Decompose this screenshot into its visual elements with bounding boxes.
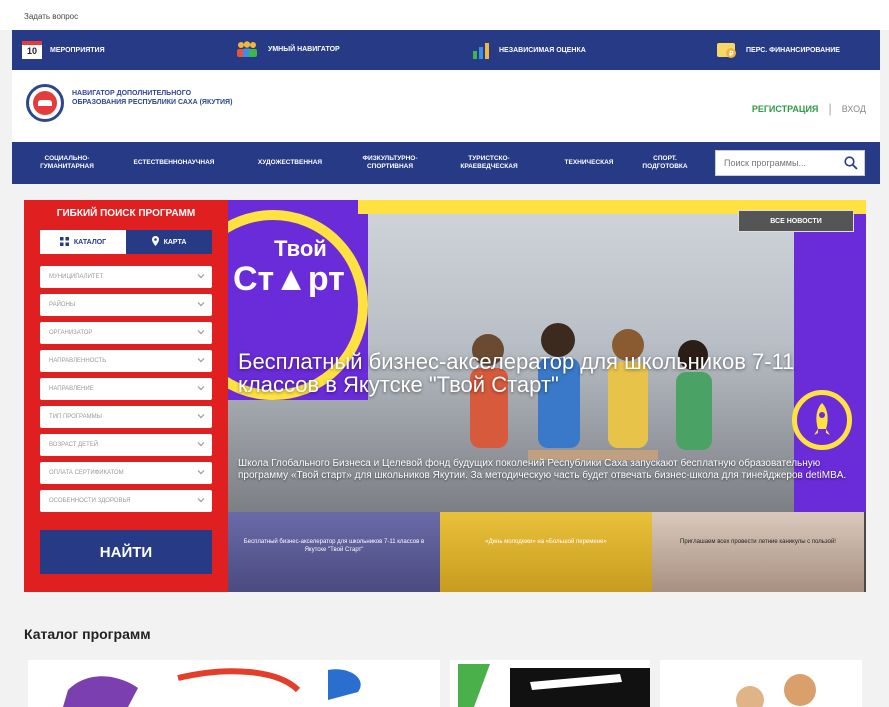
slide-description: Школа Глобального Бизнеса и Целевой фонд… xyxy=(238,458,847,481)
slide-title[interactable]: Бесплатный бизнес-акселератор для школьн… xyxy=(238,350,838,396)
nav-smart-navigator-label: Умный навигатор xyxy=(268,45,340,53)
slide-thumbnails: Бесплатный бизнес-акселератор для школьн… xyxy=(228,512,866,592)
top-navigation: 10 Мероприятия Умный навигатор Независим… xyxy=(12,30,880,70)
chevron-down-icon xyxy=(197,356,205,366)
select-child-age[interactable]: Возраст детей xyxy=(40,434,212,456)
program-card[interactable] xyxy=(450,660,650,707)
chevron-down-icon xyxy=(197,496,205,506)
grid-icon xyxy=(59,236,69,248)
money-icon: ₽ xyxy=(716,41,738,59)
category-sport-training[interactable]: Спорт. подготовка xyxy=(630,155,700,171)
site-header: Навигатор дополнительного образования Ре… xyxy=(12,70,880,142)
search-input[interactable] xyxy=(724,158,839,168)
chevron-down-icon xyxy=(197,412,205,422)
promo-tvoy-text: Твой xyxy=(274,236,327,261)
register-link[interactable]: Регистрация xyxy=(752,104,819,114)
category-navigation: Социально-гуманитарная Естественнонаучна… xyxy=(12,142,880,184)
thumbnail-caption: Бесплатный бизнес-акселератор для школьн… xyxy=(243,539,425,553)
nav-personal-financing[interactable]: ₽ Перс. финансирование xyxy=(716,41,840,59)
auth-links: Регистрация | Вход xyxy=(752,101,866,116)
filter-title: Гибкий поиск программ xyxy=(56,208,196,219)
chevron-down-icon xyxy=(197,384,205,394)
people-icon xyxy=(234,41,260,57)
select-districts[interactable]: Районы xyxy=(40,294,212,316)
login-link[interactable]: Вход xyxy=(842,104,866,114)
select-certificate-payment[interactable]: Оплата сертификатом xyxy=(40,462,212,484)
chevron-down-icon xyxy=(197,272,205,282)
thumbnail-1[interactable]: Бесплатный бизнес-акселератор для школьн… xyxy=(228,512,440,592)
rocket-icon xyxy=(792,390,852,450)
flexible-search-panel: Гибкий поиск программ Каталог Карта Муни… xyxy=(24,200,228,592)
thumbnail-caption: «День молодежи» на «Большой перемене» xyxy=(485,539,607,545)
thumbnail-2[interactable]: «День молодежи» на «Большой перемене» xyxy=(440,512,652,592)
search-icon[interactable] xyxy=(844,156,858,175)
chevron-down-icon xyxy=(197,440,205,450)
select-health-features[interactable]: Особенности здоровья xyxy=(40,490,212,512)
program-card[interactable] xyxy=(28,660,440,707)
category-art[interactable]: Художественная xyxy=(240,159,340,167)
calendar-icon: 10 xyxy=(22,41,42,59)
select-direction[interactable]: Направление xyxy=(40,378,212,400)
program-card[interactable] xyxy=(660,660,862,707)
logo-text[interactable]: Навигатор дополнительного образования Ре… xyxy=(72,90,242,107)
category-technical[interactable]: Техническая xyxy=(550,159,628,167)
news-slider[interactable]: Твой Ст▲рт Все новости Бесплатный бизнес… xyxy=(228,200,866,592)
select-program-type[interactable]: Тип программы xyxy=(40,406,212,428)
map-pin-icon xyxy=(151,236,159,248)
tab-catalog[interactable]: Каталог xyxy=(40,230,126,254)
svg-text:₽: ₽ xyxy=(729,50,734,58)
ask-question-link[interactable]: Задать вопрос xyxy=(0,0,889,30)
nav-events[interactable]: 10 Мероприятия xyxy=(22,41,105,59)
logo-emblem-icon[interactable] xyxy=(26,84,64,122)
nav-independent-assessment[interactable]: Независимая оценка xyxy=(471,41,586,59)
chevron-down-icon xyxy=(197,468,205,478)
catalog-heading: Каталог программ xyxy=(24,626,151,642)
nav-smart-navigator[interactable]: Умный навигатор xyxy=(234,41,340,57)
promo-start-text: Ст▲рт xyxy=(233,260,345,298)
auth-separator: | xyxy=(828,101,832,116)
search-box xyxy=(715,150,865,176)
select-focus[interactable]: Направленность xyxy=(40,350,212,372)
select-municipality[interactable]: Муниципалитет xyxy=(40,266,212,288)
thumbnail-caption: Приглашаем всех провести летние каникулы… xyxy=(680,539,836,545)
tab-map-label: Карта xyxy=(163,238,187,246)
filter-tabs: Каталог Карта xyxy=(40,230,212,254)
find-button[interactable]: Найти xyxy=(40,530,212,574)
tab-map[interactable]: Карта xyxy=(126,230,212,254)
chart-icon xyxy=(471,41,491,59)
category-social[interactable]: Социально-гуманитарная xyxy=(28,155,106,171)
thumbnail-3[interactable]: Приглашаем всех провести летние каникулы… xyxy=(652,512,864,592)
nav-independent-assessment-label: Независимая оценка xyxy=(499,46,586,54)
category-science[interactable]: Естественнонаучная xyxy=(120,159,228,167)
chevron-down-icon xyxy=(197,328,205,338)
nav-events-label: Мероприятия xyxy=(50,46,105,54)
nav-personal-financing-label: Перс. финансирование xyxy=(746,46,840,54)
tab-catalog-label: Каталог xyxy=(73,238,107,246)
category-sport[interactable]: Физкультурно-спортивная xyxy=(350,155,430,171)
chevron-down-icon xyxy=(197,300,205,310)
all-news-button[interactable]: Все новости xyxy=(738,210,854,232)
select-organizer[interactable]: Организатор xyxy=(40,322,212,344)
category-tourism[interactable]: Туристско-краеведческая xyxy=(444,155,534,171)
